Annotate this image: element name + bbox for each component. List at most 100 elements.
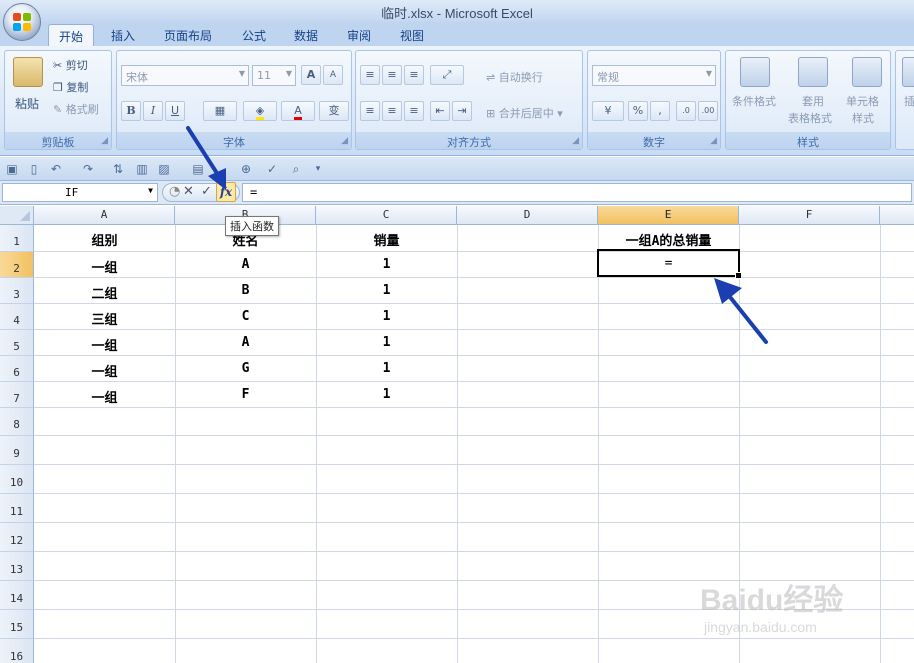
chart-icon[interactable]: ▥ — [134, 161, 150, 177]
row-header-13[interactable]: 13 — [0, 552, 34, 581]
merge-center-button[interactable]: ⊞ 合并后居中 ▾ — [486, 105, 563, 121]
align-center-icon[interactable]: ≡ — [382, 101, 402, 121]
tab-data[interactable]: 数据 — [284, 24, 328, 46]
cut-button[interactable]: ✂ 剪切 — [53, 57, 88, 73]
row-header-2[interactable]: 2 — [0, 252, 34, 278]
row-header-14[interactable]: 14 — [0, 581, 34, 610]
spelling-icon[interactable]: ✓ — [264, 161, 280, 177]
bold-button[interactable]: B — [121, 101, 141, 121]
decrease-decimal-icon[interactable]: .00 — [698, 101, 718, 121]
tab-review[interactable]: 审阅 — [337, 24, 381, 46]
percent-button[interactable]: % — [628, 101, 648, 121]
redo-icon[interactable]: ↷ — [80, 161, 96, 177]
column-header-f[interactable]: F — [739, 206, 880, 225]
row-header-1[interactable]: 1 — [0, 225, 34, 252]
row-header-3[interactable]: 3 — [0, 278, 34, 304]
increase-decimal-icon[interactable]: .0 — [676, 101, 696, 121]
align-top-icon[interactable]: ≡ — [360, 65, 380, 85]
column-header-g-partial[interactable] — [880, 206, 914, 225]
cell-b7[interactable]: F — [175, 387, 316, 402]
number-format-select[interactable]: 常规 ▼ — [592, 65, 716, 86]
dialog-launcher-icon[interactable]: ◢ — [341, 136, 348, 146]
column-header-c[interactable]: C — [316, 206, 457, 225]
cell-b4[interactable]: C — [175, 309, 316, 324]
cell-a4[interactable]: 三组 — [34, 309, 175, 328]
comma-button[interactable]: , — [650, 101, 670, 121]
wrap-text-button[interactable]: ⇌ 自动换行 — [486, 69, 543, 85]
decrease-indent-icon[interactable]: ⇤ — [430, 101, 450, 121]
row-header-7[interactable]: 7 — [0, 382, 34, 408]
dialog-launcher-icon[interactable]: ◢ — [710, 136, 717, 146]
row-header-11[interactable]: 11 — [0, 494, 34, 523]
undo-icon[interactable]: ↶ — [48, 161, 64, 177]
column-header-d[interactable]: D — [457, 206, 598, 225]
format-painter-button[interactable]: ✎ 格式刷 — [53, 101, 99, 117]
insert-cells-button[interactable]: 插 — [904, 93, 914, 109]
table-format-button-line2[interactable]: 表格格式 — [788, 110, 832, 126]
row-header-15[interactable]: 15 — [0, 610, 34, 639]
underline-button[interactable]: U — [165, 101, 185, 121]
font-name-select[interactable]: 宋体 ▼ — [121, 65, 249, 86]
cell-a3[interactable]: 二组 — [34, 283, 175, 302]
chevron-down-icon[interactable]: ▼ — [148, 186, 153, 195]
insert-cells-icon[interactable] — [902, 57, 914, 87]
phonetic-button[interactable]: 变 — [319, 101, 349, 121]
picture-icon[interactable]: ▨ — [156, 161, 172, 177]
paste-icon[interactable] — [13, 57, 43, 87]
cell-a7[interactable]: 一组 — [34, 387, 175, 406]
cell-a6[interactable]: 一组 — [34, 361, 175, 380]
office-button[interactable] — [3, 3, 41, 41]
increase-indent-icon[interactable]: ⇥ — [452, 101, 472, 121]
border-button[interactable]: ▦ — [203, 101, 237, 121]
conditional-format-button[interactable]: 条件格式 — [732, 93, 776, 109]
research-icon[interactable]: ⌕ — [288, 161, 304, 177]
new-file-icon[interactable]: ▯ — [26, 161, 42, 177]
cell-a1[interactable]: 组别 — [34, 230, 175, 249]
italic-button[interactable]: I — [143, 101, 163, 121]
cell-a2[interactable]: 一组 — [34, 257, 175, 276]
cell-b2[interactable]: A — [175, 257, 316, 272]
orientation-icon[interactable]: ⤢ — [430, 65, 464, 85]
copy-button[interactable]: ❐ 复制 — [53, 79, 88, 95]
row-header-6[interactable]: 6 — [0, 356, 34, 382]
row-header-16[interactable]: 16 — [0, 639, 34, 663]
shrink-font-button[interactable]: A — [323, 65, 343, 85]
cell-c7[interactable]: 1 — [316, 387, 457, 402]
cell-style-button-line1[interactable]: 单元格 — [846, 93, 879, 109]
cell-c4[interactable]: 1 — [316, 309, 457, 324]
save-icon[interactable]: ▣ — [4, 161, 20, 177]
align-bottom-icon[interactable]: ≡ — [404, 65, 424, 85]
grow-font-button[interactable]: A — [301, 65, 321, 85]
cell-c5[interactable]: 1 — [316, 335, 457, 350]
cell-style-button-line2[interactable]: 样式 — [852, 110, 874, 126]
formula-input[interactable]: = — [242, 183, 912, 202]
name-box[interactable]: IF ▼ — [2, 183, 158, 202]
cell-a5[interactable]: 一组 — [34, 335, 175, 354]
cell-c3[interactable]: 1 — [316, 283, 457, 298]
font-size-select[interactable]: 11 ▼ — [252, 65, 296, 86]
dialog-launcher-icon[interactable]: ◢ — [101, 136, 108, 146]
table-format-button-line1[interactable]: 套用 — [802, 93, 824, 109]
tab-page-layout[interactable]: 页面布局 — [154, 24, 222, 46]
cell-c2[interactable]: 1 — [316, 257, 457, 272]
row-header-9[interactable]: 9 — [0, 436, 34, 465]
tab-view[interactable]: 视图 — [390, 24, 434, 46]
dialog-launcher-icon[interactable]: ◢ — [572, 136, 579, 146]
column-header-a[interactable]: A — [34, 206, 175, 225]
row-header-4[interactable]: 4 — [0, 304, 34, 330]
tab-insert[interactable]: 插入 — [101, 24, 145, 46]
table-format-icon[interactable] — [798, 57, 828, 87]
row-header-5[interactable]: 5 — [0, 330, 34, 356]
cell-b5[interactable]: A — [175, 335, 316, 350]
cell-b3[interactable]: B — [175, 283, 316, 298]
row-header-8[interactable]: 8 — [0, 408, 34, 436]
row-header-12[interactable]: 12 — [0, 523, 34, 552]
sort-icon[interactable]: ⇅ — [110, 161, 126, 177]
cell-c6[interactable]: 1 — [316, 361, 457, 376]
tab-home[interactable]: 开始 — [48, 24, 95, 46]
cell-b6[interactable]: G — [175, 361, 316, 376]
conditional-format-icon[interactable] — [740, 57, 770, 87]
cell-e1[interactable]: 一组A的总销量 — [598, 230, 739, 249]
cell-c1[interactable]: 销量 — [316, 230, 457, 249]
align-middle-icon[interactable]: ≡ — [382, 65, 402, 85]
